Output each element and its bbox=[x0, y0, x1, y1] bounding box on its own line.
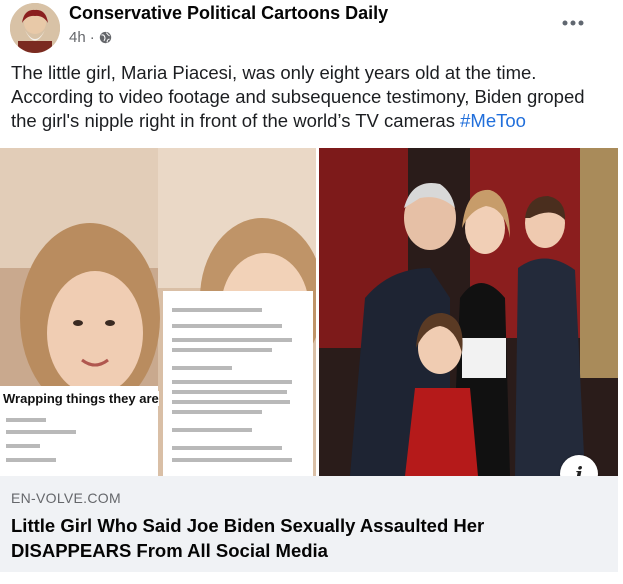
post-header: Conservative Political Cartoons Daily 4h… bbox=[0, 0, 623, 58]
facebook-post: Conservative Political Cartoons Daily 4h… bbox=[0, 0, 623, 584]
post-time[interactable]: 4h bbox=[69, 29, 86, 46]
globe-icon bbox=[99, 31, 111, 44]
right-panel-image bbox=[318, 148, 618, 476]
more-options-button[interactable] bbox=[558, 8, 588, 38]
more-dots-icon bbox=[562, 20, 584, 26]
page-name[interactable]: Conservative Political Cartoons Daily bbox=[69, 3, 388, 24]
post-image[interactable]: Wrapping things they are bbox=[0, 148, 618, 476]
link-headline[interactable]: Little Girl Who Said Joe Biden Sexually … bbox=[11, 513, 601, 563]
post-caption: The little girl, Maria Piacesi, was only… bbox=[11, 61, 611, 133]
hashtag-link[interactable]: #MeToo bbox=[460, 110, 526, 131]
left-overlay-text: Wrapping things they are bbox=[3, 391, 159, 406]
page-avatar[interactable] bbox=[10, 3, 60, 53]
meta-separator: · bbox=[89, 29, 95, 46]
link-preview[interactable]: EN-VOLVE.COM Little Girl Who Said Joe Bi… bbox=[0, 476, 618, 572]
left-panel-image bbox=[0, 148, 324, 476]
post-meta: 4h · bbox=[69, 29, 112, 46]
link-domain: EN-VOLVE.COM bbox=[11, 490, 121, 506]
image-divider bbox=[316, 148, 319, 476]
